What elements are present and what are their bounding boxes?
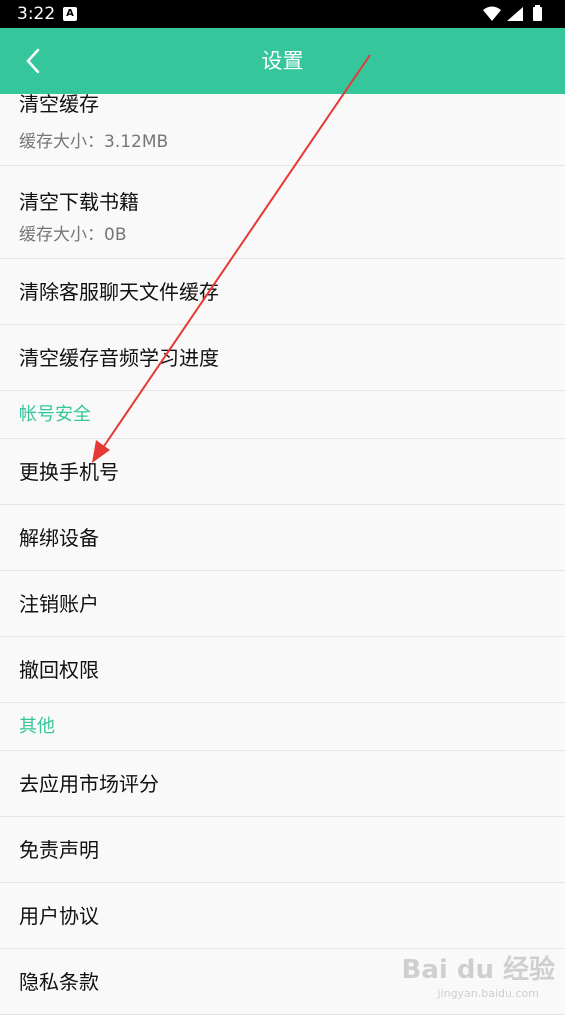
unbind-device-item[interactable]: 解绑设备	[0, 505, 565, 571]
user-agreement-item[interactable]: 用户协议	[0, 883, 565, 949]
clear-books-size: 缓存大小：0B	[19, 225, 127, 245]
list-item-label: 更换手机号	[19, 460, 119, 484]
list-item-label: 用户协议	[19, 904, 99, 928]
clear-books-item[interactable]: 清空下载书籍 缓存大小：0B	[0, 166, 565, 259]
list-item-label: 解绑设备	[19, 526, 99, 550]
page-title: 设置	[261, 49, 304, 73]
wifi-icon	[483, 6, 501, 21]
change-phone-item[interactable]: 更换手机号	[0, 439, 565, 505]
clear-cache-item[interactable]: 清空缓存 缓存大小：3.12MB	[0, 94, 565, 166]
clear-audio-progress-label: 清空缓存音频学习进度	[19, 346, 219, 370]
disclaimer-item[interactable]: 免责声明	[0, 817, 565, 883]
list-item-label: 注销账户	[19, 592, 99, 616]
clear-chat-cache-label: 清除客服聊天文件缓存	[19, 280, 219, 304]
revoke-permissions-item[interactable]: 撤回权限	[0, 637, 565, 703]
clear-books-label: 清空下载书籍	[19, 190, 139, 214]
list-item-label: 隐私条款	[19, 970, 99, 994]
status-icons	[481, 5, 551, 27]
list-item-label: 撤回权限	[19, 658, 99, 682]
list-item-label: 免责声明	[19, 838, 99, 862]
clear-chat-cache-item[interactable]: 清除客服聊天文件缓存	[0, 259, 565, 325]
watermark-url: jingyan.baidu.com	[437, 987, 539, 1000]
rate-app-item[interactable]: 去应用市场评分	[0, 751, 565, 817]
section-other: 其他	[0, 703, 565, 751]
top-app-bar: 设置	[0, 28, 565, 94]
status-time: 3:22	[17, 4, 56, 24]
settings-list: 清空缓存 缓存大小：3.12MB 清空下载书籍 缓存大小：0B 清除客服聊天文件…	[0, 94, 565, 1015]
section-account-security: 帐号安全	[0, 391, 565, 439]
section-title: 帐号安全	[19, 404, 91, 425]
battery-icon	[533, 5, 542, 21]
baidu-watermark: Bai du 经验	[401, 955, 556, 985]
notification-icon: A	[63, 7, 77, 21]
section-title: 其他	[19, 716, 55, 737]
signal-icon	[507, 7, 523, 21]
clear-cache-size: 缓存大小：3.12MB	[19, 132, 169, 152]
status-bar: 3:22 A	[0, 0, 565, 28]
delete-account-item[interactable]: 注销账户	[0, 571, 565, 637]
list-item-label: 去应用市场评分	[19, 772, 159, 796]
clear-audio-progress-item[interactable]: 清空缓存音频学习进度	[0, 325, 565, 391]
clear-cache-label: 清空缓存	[19, 92, 99, 116]
